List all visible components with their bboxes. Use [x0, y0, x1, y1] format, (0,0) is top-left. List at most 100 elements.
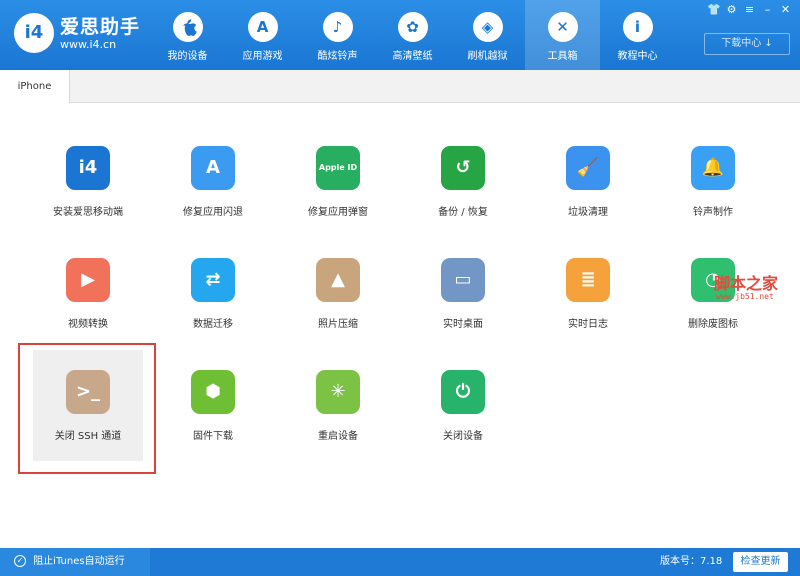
check-update-button[interactable]: 检查更新 [733, 552, 788, 572]
tool-label: 铃声制作 [693, 207, 733, 218]
brand-url: www.i4.cn [60, 38, 117, 51]
nav-label: 应用游戏 [242, 51, 283, 62]
tool-icon-glyph: ↺ [455, 157, 471, 178]
tool-label: 重启设备 [318, 431, 358, 442]
block-itunes-label: 阻止iTunes自动运行 [33, 556, 125, 567]
tool-label: 修复应用弹窗 [308, 207, 368, 218]
nav-label: 我的设备 [167, 51, 208, 62]
watermark-title: 脚本之家 [714, 274, 779, 293]
tool-icon-glyph: ⇄ [205, 269, 221, 290]
tool-icon-glyph: ▭ [454, 269, 472, 290]
highlight-box [18, 343, 156, 474]
tool-icon-glyph: ✳ [330, 381, 346, 402]
tool-item[interactable]: ≣ 实时日志 [533, 258, 643, 348]
brand-name: 爱思助手 [60, 16, 141, 38]
status-bar: ✓ 阻止iTunes自动运行 版本号：7.18 检查更新 [0, 548, 800, 576]
tool-icon-glyph: ≣ [580, 269, 596, 290]
version-label: 版本号：7.18 [660, 556, 723, 567]
tool-item[interactable]: i4 安装爱思移动端 [33, 146, 143, 236]
tool-item[interactable]: Apple ID 修复应用弹窗 [283, 146, 393, 236]
tool-item[interactable]: ⬢ 固件下载 [158, 370, 268, 460]
watermark-url: www.jb51.net [716, 292, 774, 301]
flower-icon: ✿ [397, 12, 428, 42]
tools-icon: ✕ [547, 12, 578, 42]
device-tab-bar: iPhone [0, 70, 800, 103]
log-icon: ≣ [566, 258, 610, 302]
tool-item[interactable]: 🧹 垃圾清理 [533, 146, 643, 236]
tool-label: 视频转换 [68, 319, 108, 330]
tool-item[interactable]: 🔔 铃声制作 [658, 146, 768, 236]
tool-icon-glyph: ▶ [81, 269, 95, 290]
bell-icon: 🔔 [691, 146, 735, 190]
tool-label: 关闭设备 [443, 431, 483, 442]
nav-apps-games[interactable]: A 应用游戏 [225, 0, 300, 70]
tool-item[interactable]: ↺ 备份 / 恢复 [408, 146, 518, 236]
nav-label: 高清壁纸 [392, 51, 433, 62]
info-icon: i [622, 12, 653, 42]
tool-label: 安装爱思移动端 [53, 207, 123, 218]
tool-label: 照片压缩 [318, 319, 358, 330]
tab-iphone[interactable]: iPhone [0, 70, 70, 103]
apple-icon [172, 12, 203, 42]
tool-icon-glyph: i4 [78, 157, 98, 178]
monitor-icon: ▭ [441, 258, 485, 302]
backup-restore-icon: ↺ [441, 146, 485, 190]
window-controls: 👕 ⚙ ≡ – ✕ [707, 3, 792, 16]
tool-icon-glyph: ▲ [331, 269, 345, 290]
appstore-icon: A [247, 12, 278, 42]
tool-label: 修复应用闪退 [183, 207, 243, 218]
download-center-button[interactable]: 下载中心 ↓ [704, 33, 790, 55]
tool-item[interactable]: ▭ 实时桌面 [408, 258, 518, 348]
tool-item[interactable]: ▲ 照片压缩 [283, 258, 393, 348]
tool-icon-glyph: ⏻ [455, 381, 471, 402]
check-circle-icon: ✓ [14, 555, 26, 567]
close-icon[interactable]: ✕ [779, 3, 792, 16]
gear-icon[interactable]: ⚙ [725, 3, 738, 16]
nav-tutorials[interactable]: i 教程中心 [600, 0, 675, 70]
tool-label: 删除废图标 [688, 319, 738, 330]
photo-icon: ▲ [316, 258, 360, 302]
tool-label: 数据迁移 [193, 319, 233, 330]
block-itunes-toggle[interactable]: ✓ 阻止iTunes自动运行 [0, 548, 150, 576]
power-icon: ⏻ [441, 370, 485, 414]
tool-item[interactable]: ▶ 视频转换 [33, 258, 143, 348]
i4-mobile-icon: i4 [66, 146, 110, 190]
nav-label: 刷机越狱 [467, 51, 508, 62]
nav-toolbox[interactable]: ✕ 工具箱 [525, 0, 600, 70]
tool-icon-glyph: A [206, 157, 220, 178]
tool-icon-glyph: 🧹 [576, 157, 600, 178]
appleid-icon: Apple ID [316, 146, 360, 190]
tool-item[interactable]: ⇄ 数据迁移 [158, 258, 268, 348]
tool-item[interactable]: ⏻ 关闭设备 [408, 370, 518, 460]
tool-label: 实时桌面 [443, 319, 483, 330]
restart-icon: ✳ [316, 370, 360, 414]
tool-icon-glyph: 🔔 [701, 157, 725, 178]
app-header: i4 爱思助手 www.i4.cn 我的设备 A 应用游戏 ♪ 酷炫铃声 ✿ 高… [0, 0, 800, 70]
tool-item[interactable]: ✳ 重启设备 [283, 370, 393, 460]
nav-label: 酷炫铃声 [317, 51, 358, 62]
tool-icon-glyph: Apple ID [318, 163, 358, 172]
menu-icon[interactable]: ≡ [743, 3, 756, 16]
nav-my-device[interactable]: 我的设备 [150, 0, 225, 70]
shirt-icon[interactable]: 👕 [707, 3, 721, 16]
minimize-icon[interactable]: – [761, 3, 774, 16]
main-nav: 我的设备 A 应用游戏 ♪ 酷炫铃声 ✿ 高清壁纸 ◈ 刷机越狱 ✕ 工具箱 i… [150, 0, 675, 70]
nav-wallpapers[interactable]: ✿ 高清壁纸 [375, 0, 450, 70]
firmware-box-icon: ⬢ [191, 370, 235, 414]
video-icon: ▶ [66, 258, 110, 302]
tool-label: 固件下载 [193, 431, 233, 442]
nav-ringtones[interactable]: ♪ 酷炫铃声 [300, 0, 375, 70]
nav-label: 教程中心 [617, 51, 658, 62]
dropbox-icon: ◈ [472, 12, 503, 42]
tool-item[interactable]: A 修复应用闪退 [158, 146, 268, 236]
data-transfer-icon: ⇄ [191, 258, 235, 302]
tool-icon-glyph: ⬢ [205, 381, 221, 402]
i4-logo: i4 [14, 13, 54, 53]
tool-label: 备份 / 恢复 [438, 207, 488, 218]
tool-label: 实时日志 [568, 319, 608, 330]
tool-label: 垃圾清理 [568, 207, 608, 218]
nav-flash-jailbreak[interactable]: ◈ 刷机越狱 [450, 0, 525, 70]
appstore-repair-icon: A [191, 146, 235, 190]
broom-icon: 🧹 [566, 146, 610, 190]
bell-icon: ♪ [322, 12, 353, 42]
